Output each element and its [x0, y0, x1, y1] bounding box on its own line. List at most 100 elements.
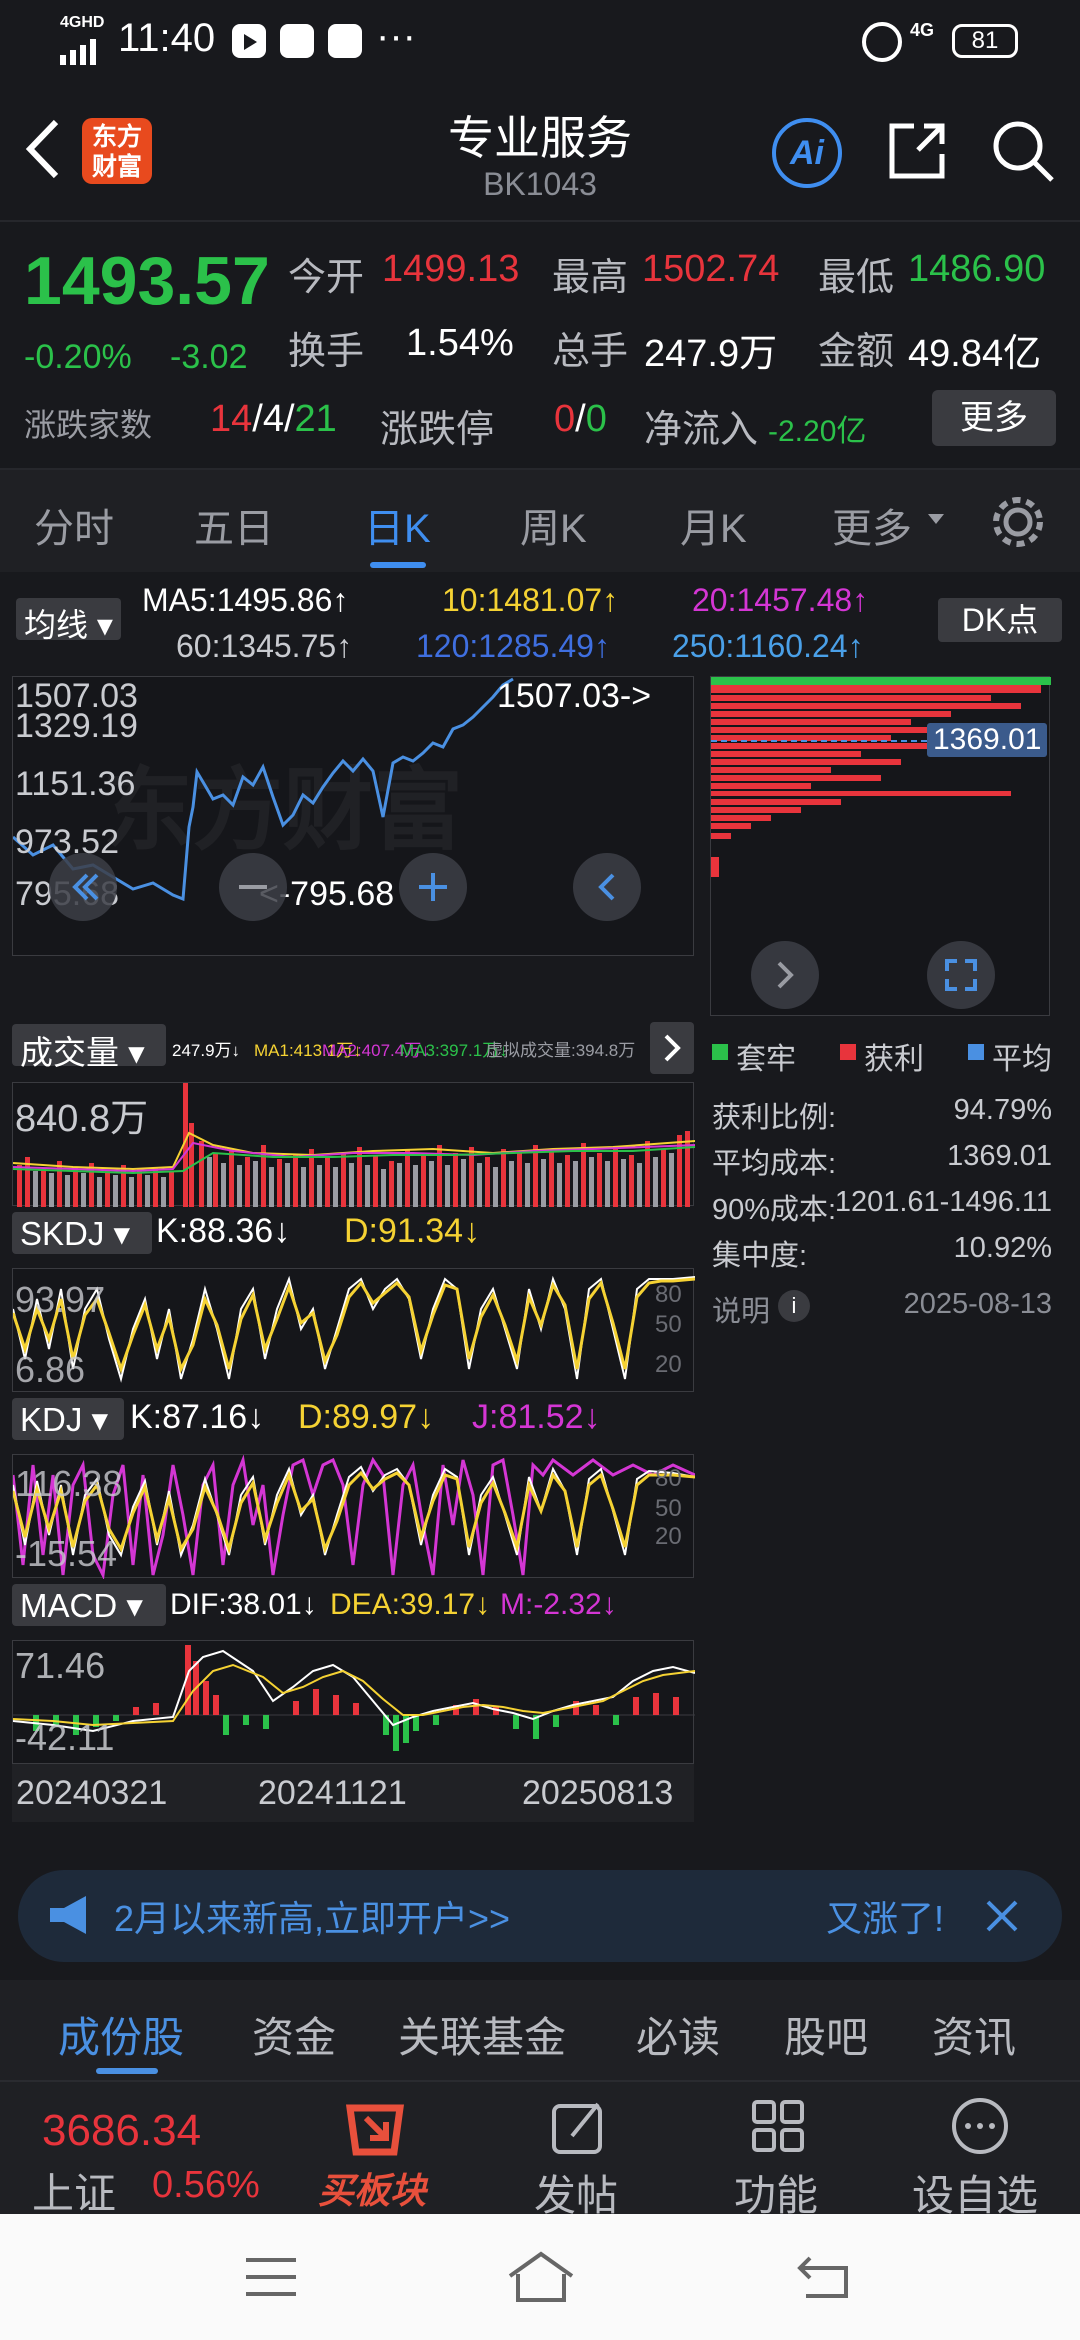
more-button[interactable]: 更多: [932, 390, 1056, 446]
tab-weekly-k[interactable]: 周K: [520, 496, 587, 554]
kdj-chart[interactable]: 116.38 -15.54 80 50 20: [12, 1454, 695, 1579]
date-label-end: 20250813: [522, 1774, 674, 1812]
limit-label: 涨跌停: [380, 409, 495, 451]
active-subtab-indicator: [96, 2068, 158, 2074]
skdj-chart[interactable]: 93.97 6.86 80 50 20: [12, 1268, 695, 1392]
ma250-value: 250:1160.24↑: [672, 628, 864, 664]
alarm-icon: [862, 22, 902, 62]
ma-selector-label: 均线: [24, 607, 89, 643]
volume-label: 总手: [552, 331, 629, 373]
tab-daily-k[interactable]: 日K: [364, 496, 431, 554]
share-icon[interactable]: [884, 118, 950, 184]
trapped-legend-label: 套牢: [736, 1043, 796, 1076]
ma-selector-button[interactable]: 均线 ▾: [16, 598, 121, 643]
indicator-expand-button[interactable]: [650, 1022, 694, 1074]
index-value[interactable]: 3686.34: [42, 2106, 201, 2156]
macd-selector-button[interactable]: MACD ▾: [12, 1584, 166, 1626]
kline-chart[interactable]: 东方财富 1507.03 1329.19 1151.36 973.52 795.…: [12, 676, 694, 956]
menu-icon[interactable]: [244, 2256, 298, 2298]
active-tab-indicator: [370, 562, 426, 568]
tab-must-read[interactable]: 必读: [636, 2004, 720, 2065]
average-legend-swatch: [968, 1044, 984, 1060]
app-notification-icon: [280, 24, 314, 58]
macd-chart[interactable]: 71.46 -42.11: [12, 1640, 695, 1764]
explanation-link[interactable]: 说明: [712, 1296, 770, 1328]
volume-selector-label: 成交量: [20, 1034, 119, 1071]
chip-distribution-chart[interactable]: 1369.01: [710, 676, 1051, 1016]
period-tabs: 分时 五日 日K 周K 月K 更多: [0, 468, 1080, 572]
average-cost-value: 1369.01: [947, 1140, 1052, 1172]
expand-icon[interactable]: [927, 941, 995, 1009]
cost-90-value: 1201.61-1496.11: [834, 1186, 1052, 1218]
cost-90-label: 90%成本:: [712, 1194, 837, 1226]
tab-funds[interactable]: 资金: [252, 2004, 336, 2065]
search-icon[interactable]: [990, 118, 1056, 184]
high-label: 最高: [552, 257, 629, 299]
macd-dea-value: DEA:39.17↓: [330, 1588, 491, 1621]
gear-icon[interactable]: [990, 494, 1046, 550]
promo-banner[interactable]: 2月以来新高,立即开户>> 又涨了!: [18, 1870, 1062, 1962]
scroll-left-button[interactable]: [49, 853, 117, 921]
tab-forum[interactable]: 股吧: [784, 2004, 868, 2065]
video-app-icon: [232, 24, 266, 58]
net-inflow-label: 净流入: [644, 409, 759, 451]
detail-tabs: 成份股 资金 关联基金 必读 股吧 资讯: [0, 1980, 1080, 2080]
bottom-toolbar: 3686.34 上证 0.56% 买板块 发帖 功能 设自选: [0, 2080, 1080, 2219]
date-label-start: 20240321: [16, 1774, 168, 1812]
zoom-in-button[interactable]: [399, 853, 467, 921]
change-percent: -0.20%: [24, 338, 132, 376]
volume-value: 247.9万: [644, 333, 778, 375]
quote-header: 1493.57 -0.20% -3.02 今开 1499.13 最高 1502.…: [0, 220, 1080, 468]
skdj-level-50: 50: [655, 1311, 682, 1338]
tab-intraday[interactable]: 分时: [34, 496, 114, 554]
tab-news[interactable]: 资讯: [932, 2004, 1016, 2065]
back-icon[interactable]: [796, 2254, 850, 2300]
advance-count: 14: [210, 398, 253, 440]
limit-up-count: 0: [554, 398, 576, 440]
concentration-label: 集中度:: [712, 1240, 808, 1272]
banner-tail-text: 又涨了!: [826, 1898, 945, 1939]
buy-sector-button[interactable]: 买板块: [318, 2162, 426, 2214]
info-icon[interactable]: i: [778, 1290, 810, 1322]
tab-monthly-k[interactable]: 月K: [680, 496, 747, 554]
signal-icon: [60, 30, 104, 65]
volume-selector-button[interactable]: 成交量 ▾: [12, 1024, 166, 1071]
chip-next-button[interactable]: [751, 941, 819, 1009]
tab-constituents[interactable]: 成份股: [58, 2004, 184, 2065]
separator: /: [252, 398, 263, 440]
index-change[interactable]: 0.56%: [152, 2164, 260, 2207]
network-type: 4G: [910, 20, 935, 40]
macd-selector-label: MACD: [20, 1587, 118, 1624]
ma120-value: 120:1285.49↑: [416, 628, 610, 664]
kdj-y-low: -15.54: [15, 1533, 118, 1574]
volume-value-current: 247.9万↓: [172, 1041, 241, 1060]
skdj-level-20: 20: [655, 1351, 682, 1378]
tab-related-funds[interactable]: 关联基金: [398, 2004, 566, 2065]
kdj-y-high: 116.38: [15, 1463, 123, 1504]
kdj-level-50: 50: [655, 1495, 682, 1522]
step-left-button[interactable]: [573, 853, 641, 921]
tab-more[interactable]: 更多: [832, 496, 912, 554]
skdj-selector-button[interactable]: SKDJ ▾: [12, 1212, 152, 1254]
macd-lines: [13, 1645, 695, 1751]
kdj-selector-button[interactable]: KDJ ▾: [12, 1398, 124, 1440]
advance-decline-counts: 14/4/21: [210, 398, 337, 441]
zoom-out-button[interactable]: [219, 853, 287, 921]
average-cost-marker: 1369.01: [927, 723, 1048, 757]
limit-down-count: 0: [585, 398, 607, 440]
amount-value: 49.84亿: [908, 333, 1042, 375]
home-icon[interactable]: [506, 2250, 576, 2304]
dk-point-button[interactable]: DK点: [938, 598, 1062, 642]
more-options-icon: [952, 2098, 1008, 2154]
volume-chart[interactable]: 840.8万: [12, 1082, 695, 1207]
more-notifications-icon: ···: [376, 14, 416, 58]
skdj-y-high: 93.97: [15, 1279, 106, 1320]
close-icon[interactable]: [982, 1896, 1022, 1936]
ai-assistant-button[interactable]: Ai: [772, 118, 842, 188]
tab-five-day[interactable]: 五日: [194, 496, 274, 554]
ma20-value: 20:1457.48↑: [692, 582, 869, 618]
index-name[interactable]: 上证: [32, 2160, 116, 2221]
date-label-mid: 20241121: [258, 1774, 407, 1812]
kdj-level-80: 80: [655, 1465, 682, 1492]
caret-down-icon: [928, 514, 944, 524]
